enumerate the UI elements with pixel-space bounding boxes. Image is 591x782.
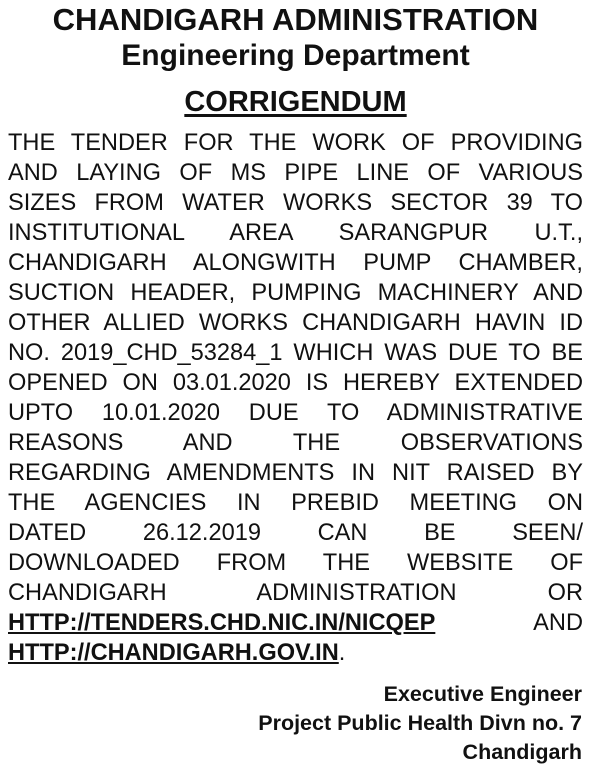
body-line: AND LAYING OF MS PIPE LINE OF VARIOUS <box>8 160 583 186</box>
body-line: REASONS AND THE OBSERVATIONS <box>8 430 583 456</box>
link-joiner: AND <box>533 610 583 636</box>
signatory-designation: Executive Engineer <box>383 682 582 706</box>
body-line: OTHER ALLIED WORKS CHANDIGARH HAVIN ID <box>8 310 583 336</box>
department-title: Engineering Department <box>121 39 470 72</box>
body-line: INSTITUTIONAL AREA SARANGPUR U.T., <box>8 220 583 246</box>
body-line: DOWNLOADED FROM THE WEBSITE OF <box>8 550 583 576</box>
notice-body: THE TENDER FOR THE WORK OF PROVIDING AND… <box>8 128 583 668</box>
link-line: HTTP://TENDERS.CHD.NIC.IN/NICQEP AND <box>8 608 583 638</box>
body-line: NO. 2019_CHD_53284_1 WHICH WAS DUE TO BE <box>8 340 583 366</box>
tenders-link[interactable]: HTTP://TENDERS.CHD.NIC.IN/NICQEP <box>8 610 435 636</box>
body-line: CHANDIGARH ADMINISTRATION OR <box>8 580 583 606</box>
body-line: THE TENDER FOR THE WORK OF PROVIDING <box>8 130 583 156</box>
body-line: SIZES FROM WATER WORKS SECTOR 39 TO <box>8 190 583 216</box>
body-line: CHANDIGARH ALONGWITH PUMP CHAMBER, <box>8 250 583 276</box>
signature-block: Executive Engineer Project Public Health… <box>258 680 582 767</box>
body-line: REGARDING AMENDMENTS IN NIT RAISED BY <box>8 460 583 486</box>
link-line-last: HTTP://CHANDIGARH.GOV.IN. <box>8 638 583 668</box>
body-line: THE AGENCIES IN PREBID MEETING ON <box>8 490 583 516</box>
notice-heading: CORRIGENDUM <box>8 84 583 120</box>
notice-heading-text: CORRIGENDUM <box>184 86 407 118</box>
signatory-place: Chandigarh <box>462 740 582 764</box>
body-line: SUCTION HEADER, PUMPING MACHINERY AND <box>8 280 583 306</box>
org-title: CHANDIGARH ADMINISTRATION <box>52 2 539 37</box>
corrigendum-notice: CHANDIGARH ADMINISTRATION Engineering De… <box>0 0 591 782</box>
body-line: DATED 26.12.2019 CAN BE SEEN/ <box>8 520 583 546</box>
signatory-division: Project Public Health Divn no. 7 <box>258 711 582 735</box>
body-line: UPTO 10.01.2020 DUE TO ADMINISTRATIVE <box>8 400 583 426</box>
end-punctuation: . <box>338 640 346 666</box>
chandigarh-gov-link[interactable]: HTTP://CHANDIGARH.GOV.IN <box>8 640 339 666</box>
body-line: OPENED ON 03.01.2020 IS HEREBY EXTENDED <box>8 370 583 396</box>
